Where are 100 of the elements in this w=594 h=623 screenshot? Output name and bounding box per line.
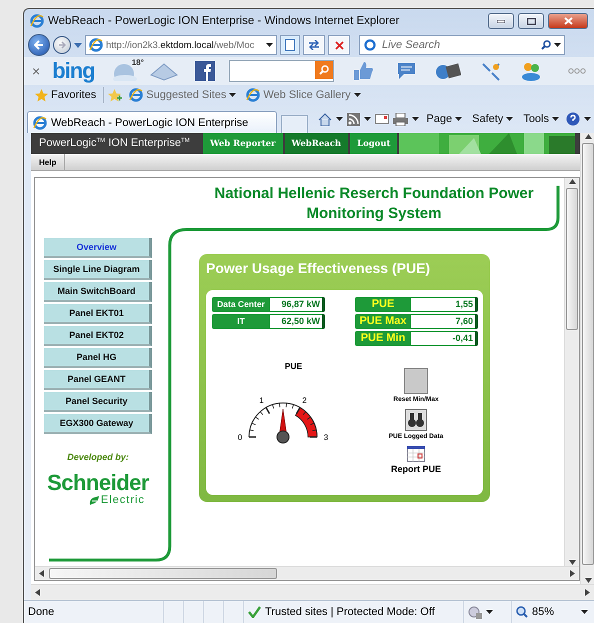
menu-item[interactable]: Help (31, 154, 66, 170)
gauge-scale (248, 402, 317, 438)
logo-mark-icon (88, 494, 100, 506)
close-icon (334, 40, 344, 50)
minimize-button[interactable] (488, 13, 514, 29)
rss-icon[interactable] (347, 112, 360, 126)
temperature-label: 18° (132, 58, 144, 67)
zoom-level[interactable]: 85% (532, 606, 554, 618)
binoculars-icon[interactable] (404, 409, 427, 431)
caret-icon (506, 117, 514, 121)
more-icon[interactable] (568, 68, 586, 74)
command-menu[interactable]: Safety (469, 113, 516, 125)
favorites-link[interactable]: Web Slice Gallery (243, 88, 364, 102)
sidebar-button[interactable]: Panel Security (44, 392, 152, 412)
sidebar-button[interactable]: Panel HG (44, 348, 152, 368)
caret-icon (455, 117, 462, 121)
refresh-icon (308, 40, 320, 50)
people-icon[interactable] (520, 61, 542, 81)
bing-logo[interactable]: bing (52, 60, 95, 82)
reading-value: 7,60 (411, 315, 475, 328)
window-title: WebReach - PowerLogic ION Enterprise - Windows Internet Explorer (48, 15, 400, 27)
address-field[interactable]: http://ion2k3.ektdom.local/web/Moc (85, 35, 277, 55)
caret-icon (336, 117, 344, 121)
sidebar-button[interactable]: Main SwitchBoard (44, 282, 152, 302)
nav-button[interactable]: Web Reporter (203, 133, 283, 154)
command-menu[interactable]: Page (423, 113, 466, 125)
status-text: Done (28, 606, 54, 618)
sidebar-button[interactable]: Panel EKT02 (44, 326, 152, 346)
zoom-icon[interactable] (516, 606, 528, 618)
browser-tab[interactable]: WebReach - PowerLogic ION Enterprise (27, 111, 277, 133)
scroll-thumb[interactable] (566, 188, 578, 330)
gauge-needle (276, 408, 289, 444)
security-zone-text[interactable]: Trusted sites | Protected Mode: Off (265, 606, 435, 618)
browser-icon (129, 88, 144, 102)
developed-by-label: Developed by: (67, 452, 129, 462)
add-favorite-icon[interactable] (108, 88, 122, 102)
browser-icon (30, 14, 44, 28)
caret-icon (554, 43, 561, 47)
caret-icon[interactable] (74, 42, 82, 48)
reading-label: PUE (370, 297, 396, 312)
search-field[interactable]: Live Search (359, 35, 565, 55)
scroll-right-icon (584, 589, 591, 596)
caret-icon (229, 93, 236, 97)
caret-icon (354, 93, 361, 97)
sidebar-button[interactable]: Overview (44, 238, 152, 258)
gauge-tick-label: 3 (323, 433, 328, 442)
sidebar-button[interactable]: Panel GEANT (44, 370, 152, 390)
search-engine-icon (363, 39, 377, 51)
scroll-thumb[interactable] (582, 143, 594, 565)
minimize-icon (497, 20, 505, 22)
forward-button[interactable] (53, 36, 71, 54)
search-button[interactable] (315, 61, 334, 79)
gauge-tick-label: 2 (302, 396, 306, 405)
caret-icon (364, 117, 372, 121)
back-arrow-icon (34, 40, 44, 50)
gauge-title: PUE (284, 361, 302, 371)
gauge-tick-label: 0 (237, 433, 242, 442)
scroll-right-icon (569, 570, 576, 577)
compatibility-button[interactable] (280, 35, 300, 55)
toolbar-close-button[interactable]: × (32, 63, 40, 79)
check-icon (248, 606, 261, 618)
browser-icon (33, 116, 47, 130)
action-button[interactable]: Report PUE (390, 446, 441, 474)
stop-button[interactable] (328, 35, 350, 55)
scroll-left-icon (38, 570, 45, 577)
help-icon[interactable] (566, 112, 580, 126)
page-title: National Hellenic Reserch Foundation Power Monitoring System (213, 184, 535, 224)
search-icon (541, 40, 551, 50)
search-icon (319, 65, 330, 75)
blank-square-icon[interactable] (404, 368, 428, 394)
maximize-button[interactable] (518, 13, 544, 29)
nav-button[interactable]: WebReach (284, 133, 348, 154)
calendar-icon[interactable] (406, 446, 425, 462)
maximize-icon (526, 18, 536, 24)
thumbs-up-icon[interactable] (352, 61, 374, 81)
caret-icon (584, 117, 591, 121)
back-button[interactable] (28, 34, 50, 56)
reading-value: 62,50 kW (270, 315, 322, 328)
caret-icon (581, 610, 588, 614)
gauge-tick-label: 1 (258, 396, 264, 405)
close-button[interactable] (548, 13, 588, 29)
sidebar-button[interactable]: Panel EKT01 (44, 304, 152, 324)
refresh-button[interactable] (303, 35, 325, 55)
close-icon (564, 17, 572, 25)
panel-title: Power Usage Effectiveness (PUE) (206, 260, 432, 276)
favorites-link[interactable]: Suggested Sites (126, 88, 240, 102)
sidebar-button[interactable]: Single Line Diagram (44, 260, 152, 280)
globe-lock-icon[interactable] (468, 606, 482, 618)
reading-value: 96,87 kW (270, 298, 322, 311)
scroll-thumb[interactable] (49, 568, 277, 579)
bing-search-field[interactable] (228, 60, 334, 82)
nav-button[interactable]: Logout (350, 133, 398, 154)
reading-value: -0,41 (411, 332, 475, 345)
command-menu[interactable]: Tools (520, 113, 562, 125)
printer-icon[interactable] (393, 112, 408, 126)
sidebar-button[interactable]: EGX300 Gateway (44, 414, 152, 434)
favorites-button[interactable]: Favorites (32, 88, 100, 102)
facebook-icon[interactable] (194, 61, 215, 81)
logo-subtitle: Electric (100, 494, 145, 506)
home-icon[interactable] (318, 112, 332, 126)
